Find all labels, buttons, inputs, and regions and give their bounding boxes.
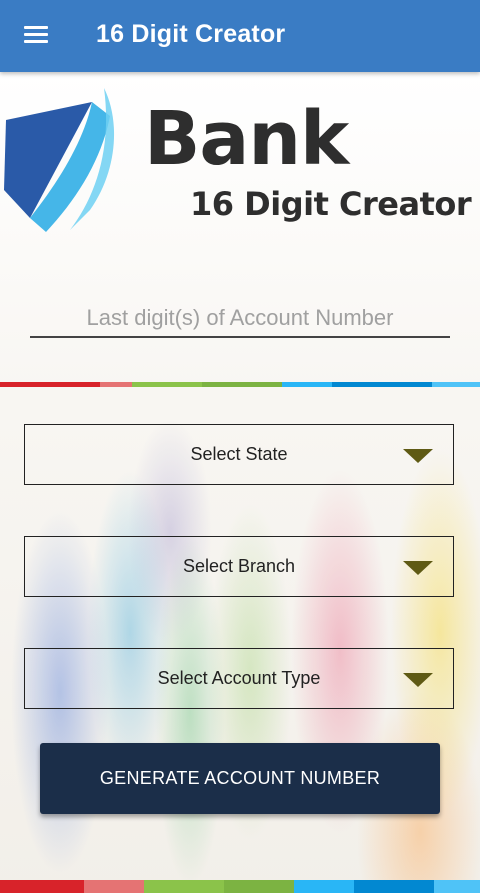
select-account-type-label: Select Account Type [157, 668, 321, 688]
bank-logo: Bank 16 Digit Creator [0, 80, 480, 250]
select-account-type-dropdown[interactable]: Select Account Type [24, 648, 454, 709]
account-number-input[interactable] [30, 300, 450, 338]
app-bar-title: 16 Digit Creator [96, 20, 286, 48]
color-stripe-top [0, 382, 480, 387]
select-branch-label: Select Branch [182, 556, 296, 576]
logo-brand-text: Bank [144, 96, 349, 182]
dropdown-arrow-icon [403, 673, 433, 687]
select-state-label: Select State [190, 444, 288, 464]
bank-logo-mark-icon [4, 88, 115, 232]
dropdown-arrow-icon [403, 449, 433, 463]
dropdown-arrow-icon [403, 561, 433, 575]
generate-account-number-button[interactable]: GENERATE ACCOUNT NUMBER [40, 743, 440, 814]
color-stripe-bottom [0, 880, 480, 893]
select-state-dropdown[interactable]: Select State [24, 424, 454, 485]
hamburger-menu-icon[interactable] [22, 22, 50, 48]
app-bar: 16 Digit Creator [0, 0, 480, 72]
select-branch-dropdown[interactable]: Select Branch [24, 536, 454, 597]
logo-subtitle-text: 16 Digit Creator [190, 185, 472, 223]
